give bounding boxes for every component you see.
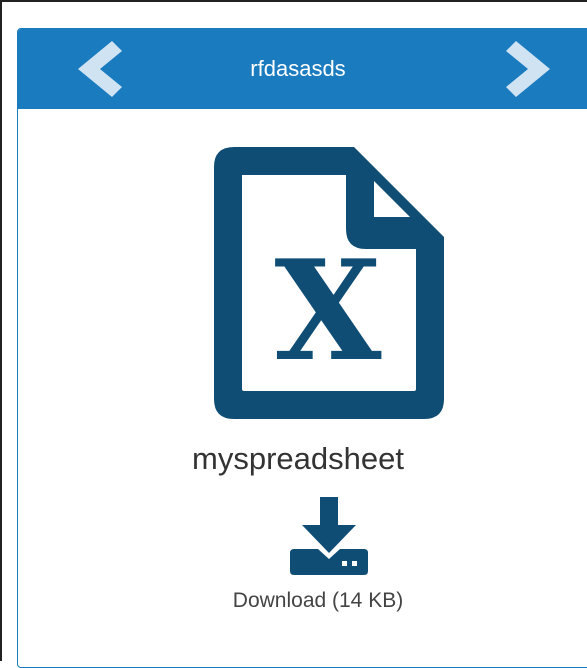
file-panel: rfdasasds X myspreadsheet Download (14 K… [17,28,587,668]
excel-file-icon: X [208,141,450,430]
panel-header: rfdasasds [18,29,587,109]
panel-title: rfdasasds [250,56,346,81]
download-icon [288,497,370,580]
chevron-right-icon [506,41,550,97]
window-frame: rfdasasds X myspreadsheet Download (14 K… [0,0,587,668]
download-label: Download (14 KB) [232,589,404,612]
next-button[interactable] [502,39,558,99]
svg-text:X: X [274,229,381,392]
download-link[interactable]: Download (14 KB) [198,497,438,627]
file-name: myspreadsheet [192,441,404,476]
